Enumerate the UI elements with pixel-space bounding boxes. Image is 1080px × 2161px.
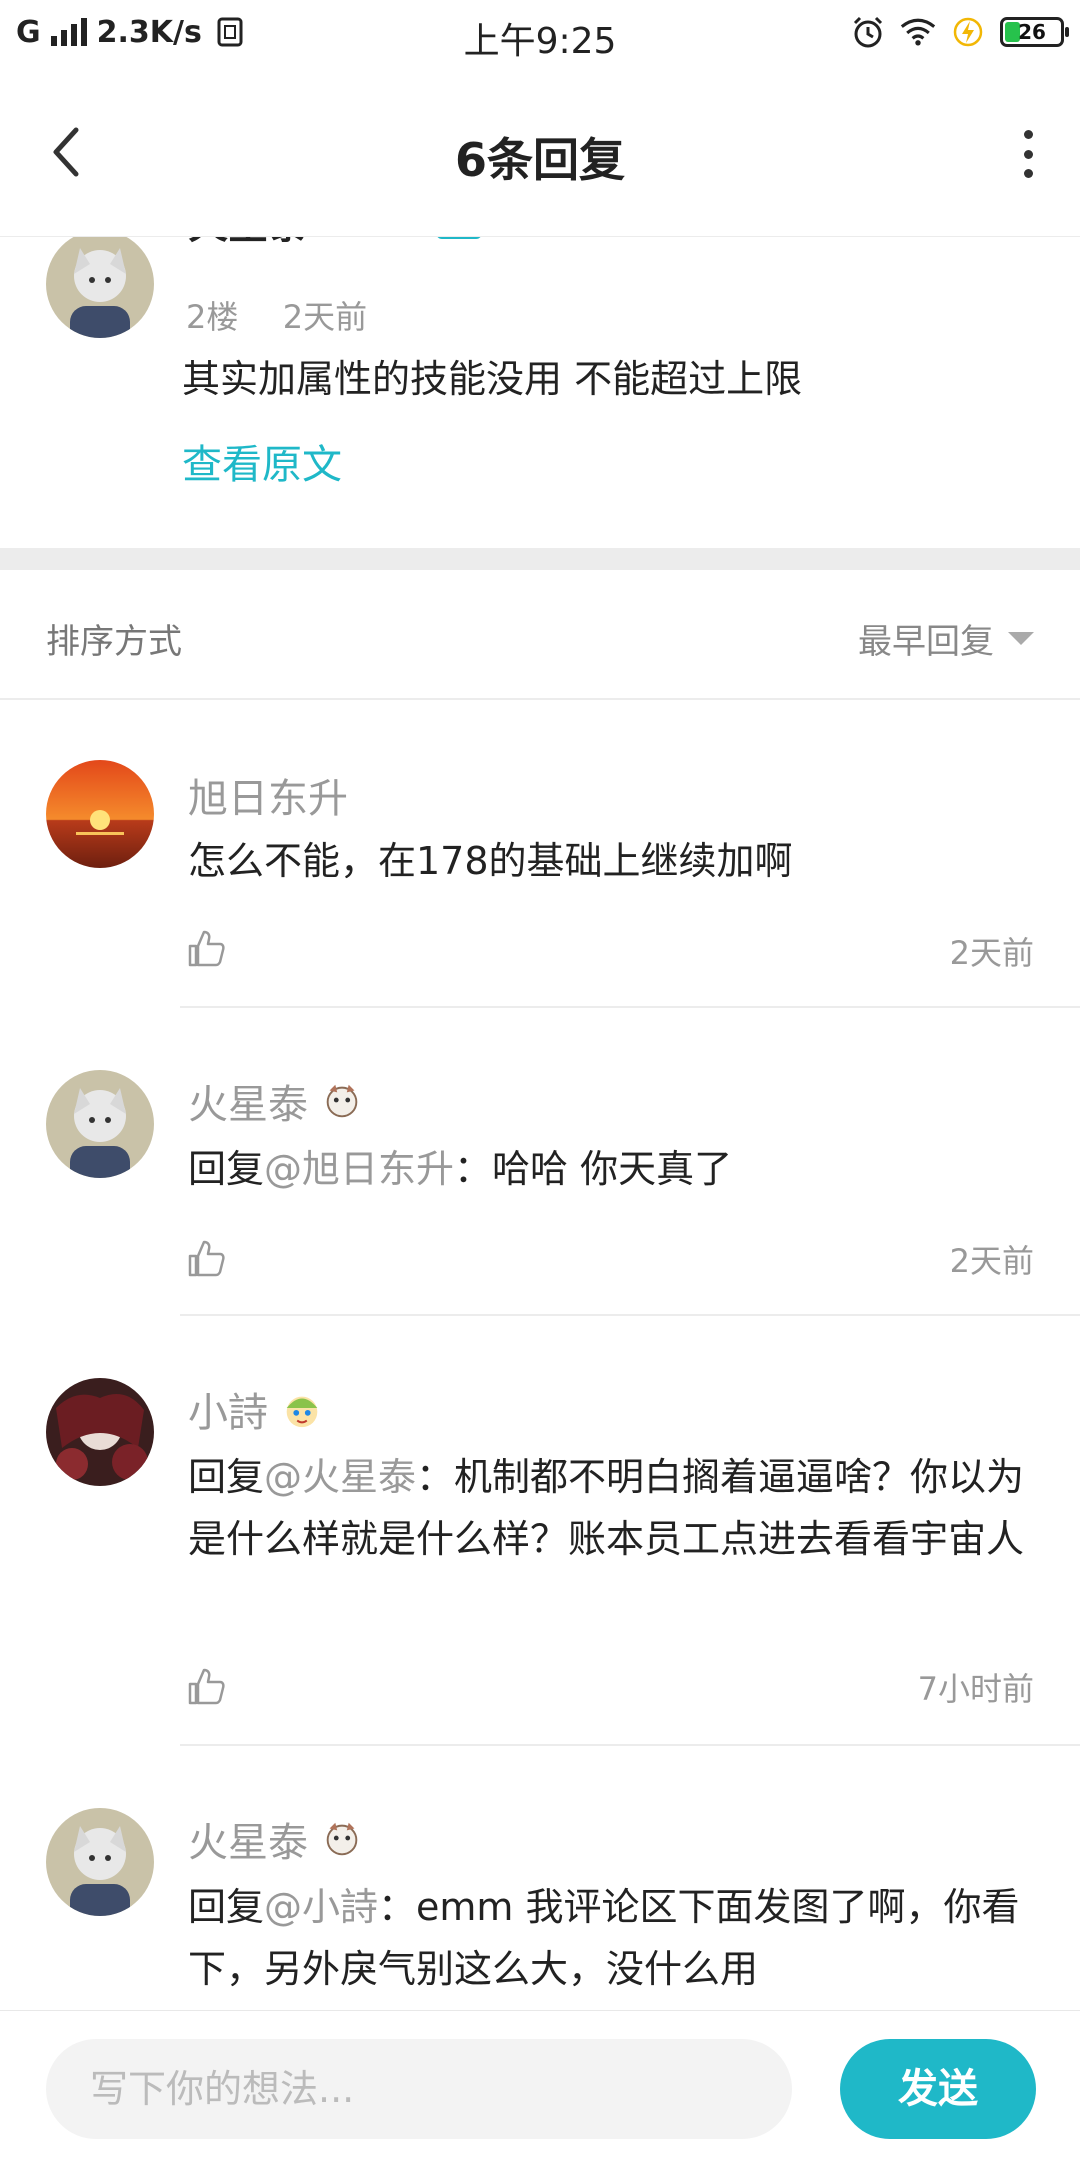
reply-item: 小詩 回复@火星泰：机制都不明白搁着逼逼啥？你以为是什么样就是什么样？账本员工点… (0, 1316, 1080, 1746)
dog-badge-icon (320, 1817, 364, 1861)
reply-author[interactable]: 小詩 (188, 1380, 268, 1438)
mention-link[interactable]: @旭日东升 (264, 1147, 454, 1191)
like-icon[interactable] (184, 1236, 228, 1280)
reply-prefix: 回复 (188, 1455, 265, 1499)
author-row: 旭日东升 (188, 766, 348, 824)
reply-time: 2天前 (949, 934, 1034, 972)
avatar[interactable] (46, 760, 154, 868)
reply-text: 回复@小詩：emm 我评论区下面发图了啊，你看下，另外戾气别这么大，没什么用 (188, 1876, 1038, 2000)
mention-link[interactable]: @火星泰 (264, 1455, 416, 1499)
wifi-icon (900, 14, 936, 50)
avatar[interactable] (46, 1378, 154, 1486)
status-right: 26 (850, 14, 1069, 50)
sort-value: 最早回复 (858, 622, 994, 662)
reply-item: 火星泰 回复@小詩：emm 我评论区下面发图了啊，你看下，另外戾气别这么大，没什… (0, 1746, 1080, 2010)
sort-dropdown[interactable]: 最早回复 (858, 614, 1034, 663)
dog-badge-icon (320, 1079, 364, 1123)
battery-level: 26 (1018, 20, 1046, 44)
sort-label: 排序方式 (46, 622, 182, 662)
avatar[interactable] (46, 1808, 154, 1916)
cartoon-badge-icon (280, 1387, 324, 1431)
reply-author[interactable]: 火星泰 (188, 1072, 308, 1130)
comment-time: 2天前 (282, 298, 368, 336)
composer-bar: 发送 (0, 2010, 1080, 2161)
sort-bar: 排序方式 最早回复 (0, 570, 1080, 700)
author-row: 火星泰 (188, 1072, 364, 1130)
reply-item: 火星泰 回复@旭日东升：哈哈 你天真了 2天前 (0, 1008, 1080, 1316)
reply-prefix: 回复 (188, 1885, 265, 1929)
page-title: 6条回复 (454, 133, 625, 187)
reply-item: 旭日东升 怎么不能，在178的基础上继续加啊 2天前 (0, 700, 1080, 1008)
floor-number: 2楼 (186, 298, 239, 336)
reply-author[interactable]: 旭日东升 (188, 766, 348, 824)
avatar[interactable] (46, 230, 154, 338)
alarm-icon (850, 14, 886, 50)
reply-body: ：哈哈 你天真了 (454, 1147, 733, 1191)
reply-text: 回复@火星泰：机制都不明白搁着逼逼啥？你以为是什么样就是什么样？账本员工点进去看… (188, 1446, 1038, 1570)
mention-link[interactable]: @小詩 (264, 1885, 378, 1929)
view-original-link[interactable]: 查看原文 (182, 432, 342, 490)
send-button[interactable]: 发送 (840, 2039, 1036, 2139)
comment-text: 其实加属性的技能没用 不能超过上限 (182, 357, 803, 401)
author-row: 小詩 (188, 1380, 324, 1438)
section-gap (0, 548, 1080, 570)
app-bar: 6条回复 (0, 72, 1080, 237)
like-icon[interactable] (184, 926, 228, 970)
reply-author[interactable]: 火星泰 (188, 1810, 308, 1868)
reply-prefix: 回复 (188, 1147, 265, 1191)
author-row: 火星泰 (188, 1810, 364, 1868)
comment-input[interactable] (46, 2039, 792, 2139)
reply-time: 7小时前 (917, 1670, 1034, 1708)
charging-icon (950, 14, 986, 50)
comment-meta: 2楼 2天前 (186, 292, 367, 338)
reply-text: 怎么不能，在178的基础上继续加啊 (188, 830, 1038, 892)
reply-time: 2天前 (949, 1242, 1034, 1280)
reply-body: 怎么不能，在178的基础上继续加啊 (188, 839, 793, 883)
like-icon[interactable] (184, 1664, 228, 1708)
status-bar: G 2.3K/s 上午9:25 26 (0, 0, 1080, 72)
more-vertical-icon[interactable] (1016, 130, 1040, 178)
original-comment: 火星泰 T 我 2楼 2天前 其实加属性的技能没用 不能超过上限 查看原文 (0, 200, 1080, 548)
avatar[interactable] (46, 1070, 154, 1178)
chevron-down-icon (1008, 632, 1034, 645)
battery-icon: 26 (1000, 17, 1069, 47)
reply-text: 回复@旭日东升：哈哈 你天真了 (188, 1138, 1038, 1200)
